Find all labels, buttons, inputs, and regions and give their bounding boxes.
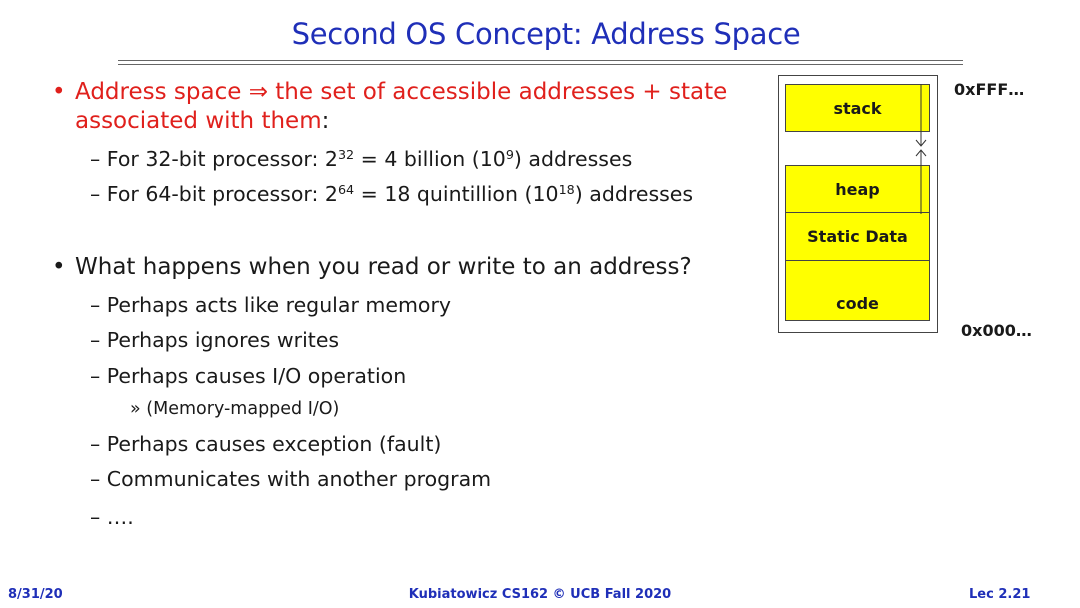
sub-32bit-pre: For 32-bit processor: 2 bbox=[106, 147, 338, 171]
sub-dash: – bbox=[90, 432, 101, 456]
sub-64bit-exp1: 64 bbox=[337, 182, 355, 198]
growth-arrows bbox=[915, 84, 927, 214]
sub-32bit-mid: = 4 billion (10 bbox=[354, 147, 506, 171]
low-address-label: 0x000… bbox=[961, 321, 1032, 340]
sub-dash: – bbox=[90, 467, 101, 491]
sub-dash: – bbox=[90, 505, 101, 529]
bullet-marker: • bbox=[52, 79, 66, 105]
sub-item-text: Perhaps causes I/O operation bbox=[106, 364, 407, 388]
sub-item-ignores-writes: – Perhaps ignores writes bbox=[90, 328, 339, 352]
sub-dash: – bbox=[90, 328, 101, 352]
static-data-segment: Static Data bbox=[785, 212, 930, 261]
footer-lecture-number: Lec 2.21 bbox=[969, 587, 1031, 602]
sub-item-text: …. bbox=[106, 505, 134, 529]
sub-32bit-post: ) addresses bbox=[513, 147, 633, 171]
sub-64bit-pre: For 64-bit processor: 2 bbox=[106, 182, 338, 206]
high-address-label: 0xFFF… bbox=[954, 80, 1025, 99]
sub-item-ellipsis: – …. bbox=[90, 505, 134, 529]
sub-64bit-exp2: 18 bbox=[558, 182, 575, 198]
sub-64bit-post: ) addresses bbox=[574, 182, 694, 206]
slide-title: Second OS Concept: Address Space bbox=[291, 17, 801, 51]
bullet-address-space-line2: associated with them: bbox=[75, 108, 329, 134]
sub-item-text: Communicates with another program bbox=[106, 467, 492, 491]
sub-dash: – bbox=[90, 147, 101, 171]
footer-course: Kubiatowicz CS162 © UCB Fall 2020 bbox=[408, 587, 672, 602]
sub-item-io-operation: – Perhaps causes I/O operation bbox=[90, 364, 406, 388]
sub-32bit-exp2: 9 bbox=[505, 147, 514, 163]
bullet-marker: • bbox=[52, 254, 66, 280]
code-segment: code bbox=[785, 260, 930, 321]
title-divider-top bbox=[118, 60, 963, 61]
bullet-address-space-line2-tail: : bbox=[321, 108, 330, 134]
sub-64bit-mid: = 18 quintillion (10 bbox=[354, 182, 559, 206]
sub-item-text: Perhaps ignores writes bbox=[106, 328, 340, 352]
sub-item-text: Perhaps causes exception (fault) bbox=[106, 432, 442, 456]
subsub-marker: » bbox=[130, 399, 141, 419]
bullet-address-space-line2-red: associated with them bbox=[75, 108, 322, 134]
sub-dash: – bbox=[90, 364, 101, 388]
sub-item-text: Perhaps acts like regular memory bbox=[106, 293, 452, 317]
subsub-item-memory-mapped-io: » (Memory-mapped I/O) bbox=[130, 399, 339, 419]
bullet-read-write-question: What happens when you read or write to a… bbox=[75, 254, 692, 280]
sub-item-text: (Memory-mapped I/O) bbox=[146, 399, 340, 419]
sub-32bit-exp1: 32 bbox=[337, 147, 355, 163]
sub-item-32bit: – For 32-bit processor: 232 = 4 billion … bbox=[90, 147, 632, 171]
sub-dash: – bbox=[90, 182, 101, 206]
sub-item-regular-memory: – Perhaps acts like regular memory bbox=[90, 293, 451, 317]
sub-dash: – bbox=[90, 293, 101, 317]
bullet-address-space-line1: Address space ⇒ the set of accessible ad… bbox=[75, 79, 728, 105]
sub-item-exception: – Perhaps causes exception (fault) bbox=[90, 432, 441, 456]
sub-item-another-program: – Communicates with another program bbox=[90, 467, 491, 491]
sub-item-64bit: – For 64-bit processor: 264 = 18 quintil… bbox=[90, 182, 693, 206]
title-divider-bottom bbox=[118, 64, 963, 65]
